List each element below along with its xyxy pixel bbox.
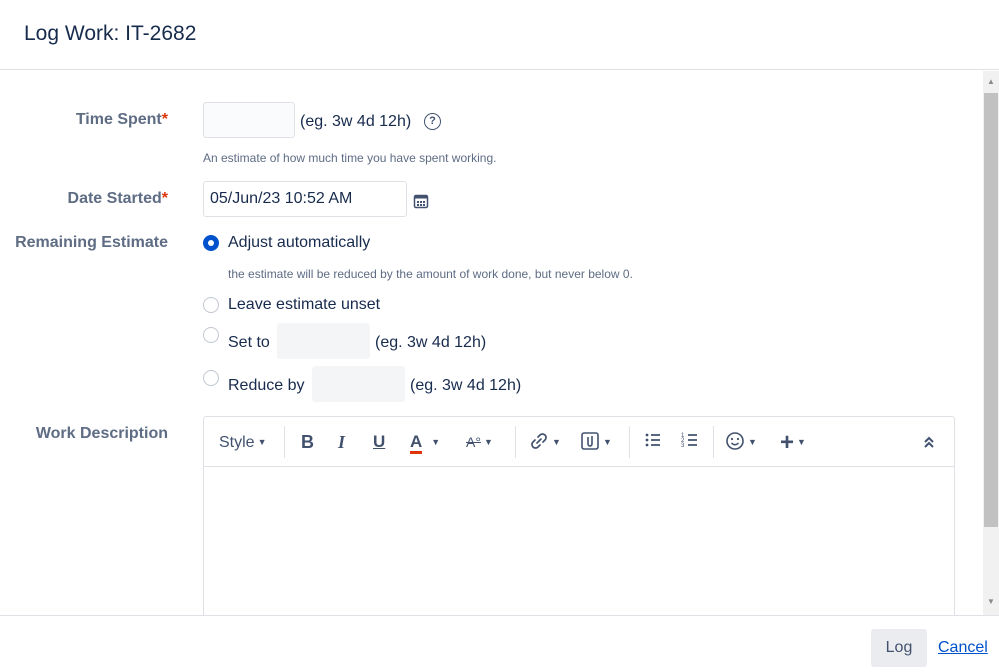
scrollbar-thumb[interactable]	[984, 93, 998, 527]
leave-estimate-unset-radio[interactable]	[203, 297, 219, 313]
svg-text:3: 3	[681, 443, 685, 449]
plus-icon: +	[780, 429, 795, 456]
set-to-label[interactable]: Set to	[228, 334, 270, 352]
reduce-by-example: (eg. 3w 4d 12h)	[410, 377, 522, 394]
text-color-button[interactable]: A ▼	[410, 429, 440, 455]
required-asterisk: *	[161, 111, 168, 128]
date-started-label: Date Started*	[68, 190, 168, 208]
scroll-up-icon[interactable]: ▲	[983, 73, 999, 91]
dialog-footer: Log Cancel	[0, 615, 999, 672]
adjust-automatically-note: the estimate will be reduced by the amou…	[228, 267, 633, 281]
bullet-list-icon[interactable]	[644, 429, 662, 455]
toolbar-divider	[629, 426, 630, 458]
required-asterisk: *	[161, 190, 168, 207]
time-spent-label: Time Spent*	[76, 111, 168, 129]
set-to-example: (eg. 3w 4d 12h)	[375, 334, 487, 351]
leave-estimate-unset-label[interactable]: Leave estimate unset	[228, 296, 380, 314]
adjust-automatically-label[interactable]: Adjust automatically	[228, 234, 370, 252]
cancel-link[interactable]: Cancel	[938, 639, 988, 657]
dialog-header: Log Work: IT-2682	[0, 0, 999, 70]
attachment-icon[interactable]: ▼	[580, 429, 612, 455]
more-formatting-glyph: A°	[466, 434, 481, 450]
date-started-label-text: Date Started	[67, 190, 162, 207]
text-color-glyph: A	[410, 433, 423, 454]
log-button[interactable]: Log	[871, 629, 927, 667]
set-to-radio[interactable]	[203, 327, 219, 343]
time-spent-label-text: Time Spent	[75, 111, 162, 128]
style-dropdown[interactable]: Style ▼	[219, 429, 267, 455]
toolbar-divider	[515, 426, 516, 458]
work-description-editor: Style ▼ B I U A ▼ A° ▼ ▼ ▼ 123 ▼ + ▼	[203, 416, 955, 615]
question-circle-icon[interactable]: ?	[424, 113, 441, 130]
insert-more-button[interactable]: + ▼	[780, 429, 806, 456]
underline-button[interactable]: U	[373, 429, 385, 455]
remaining-estimate-label: Remaining Estimate	[15, 234, 168, 251]
italic-button[interactable]: I	[338, 429, 345, 455]
time-spent-input[interactable]	[203, 102, 295, 138]
toolbar-divider	[284, 426, 285, 458]
adjust-automatically-radio[interactable]	[203, 235, 219, 251]
chevron-down-icon: ▼	[748, 437, 757, 447]
chevron-down-icon: ▼	[603, 437, 612, 447]
time-spent-description: An estimate of how much time you have sp…	[203, 151, 497, 165]
reduce-by-input[interactable]	[312, 366, 405, 402]
chevron-down-icon: ▼	[257, 437, 267, 447]
dialog-body: Time Spent* (eg. 3w 4d 12h) ? An estimat…	[0, 71, 983, 615]
style-dropdown-label: Style	[219, 434, 255, 451]
set-to-input[interactable]	[277, 323, 370, 359]
editor-toolbar: Style ▼ B I U A ▼ A° ▼ ▼ ▼ 123 ▼ + ▼	[204, 417, 954, 467]
chevron-down-icon: ▼	[552, 437, 561, 447]
date-started-input[interactable]	[203, 181, 407, 217]
reduce-by-label[interactable]: Reduce by	[228, 377, 305, 395]
time-spent-example: (eg. 3w 4d 12h)	[300, 113, 412, 130]
emoji-icon[interactable]: ▼	[725, 429, 757, 455]
reduce-by-radio[interactable]	[203, 370, 219, 386]
editor-text-area[interactable]	[204, 468, 954, 615]
work-description-label: Work Description	[35, 425, 168, 442]
double-chevron-up-icon[interactable]	[922, 435, 936, 461]
calendar-icon[interactable]	[413, 193, 429, 214]
chevron-down-icon: ▼	[797, 437, 806, 447]
more-formatting-button[interactable]: A° ▼	[466, 429, 493, 455]
chevron-down-icon: ▼	[431, 437, 441, 447]
chevron-down-icon: ▼	[483, 437, 493, 447]
dialog-title: Log Work: IT-2682	[24, 22, 197, 45]
scroll-down-icon[interactable]: ▼	[983, 593, 999, 611]
link-icon[interactable]: ▼	[529, 429, 561, 455]
scrollbar[interactable]: ▲ ▼	[983, 71, 999, 615]
toolbar-divider	[713, 426, 714, 458]
bold-button[interactable]: B	[301, 429, 314, 455]
numbered-list-icon[interactable]: 123	[681, 429, 699, 455]
